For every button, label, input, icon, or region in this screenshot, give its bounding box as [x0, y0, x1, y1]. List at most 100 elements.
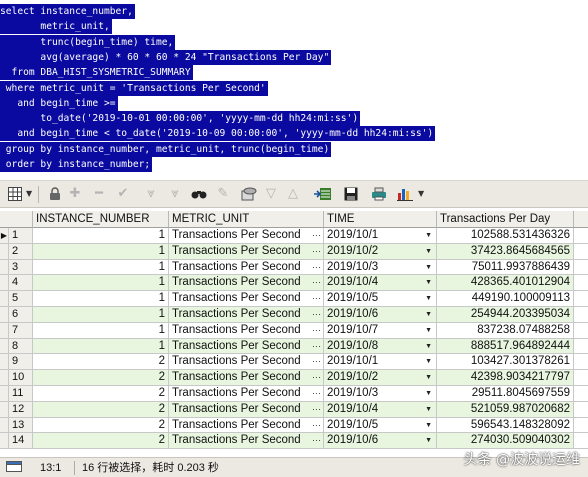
export-icon[interactable] — [314, 185, 332, 203]
cell-time[interactable]: 2019/10/6 ▼ — [324, 307, 437, 323]
cell-instance-number[interactable]: 2 — [33, 370, 169, 386]
chevron-down-icon[interactable]: ▼ — [425, 433, 432, 448]
row-selector[interactable] — [0, 354, 9, 371]
row-selector[interactable] — [0, 275, 9, 292]
cell-time[interactable]: 2019/10/2 ▼ — [324, 243, 437, 260]
table-row[interactable]: 14 2 Transactions Per Second ⋯ 2019/10/6 ▼ 274… — [0, 433, 588, 450]
chevron-down-icon[interactable]: ▼ — [26, 185, 32, 203]
sql-line[interactable]: select instance_number, — [0, 4, 135, 19]
table-row[interactable]: 8 1 Transactions Per Second ⋯ 2019/10/8 ▼ 8885… — [0, 338, 588, 355]
table-row[interactable]: 4 1 Transactions Per Second ⋯ 2019/10/4 ▼ 4283… — [0, 275, 588, 292]
cell-transactions-per-day[interactable]: 42398.9034217797 — [437, 370, 574, 386]
row-selector[interactable] — [0, 401, 9, 418]
table-row[interactable]: 5 1 Transactions Per Second ⋯ 2019/10/5 ▼ 4491… — [0, 291, 588, 307]
column-header-time[interactable]: TIME — [324, 211, 437, 228]
cell-instance-number[interactable]: 2 — [33, 354, 169, 371]
ellipsis-icon[interactable]: ⋯ — [312, 307, 321, 322]
cell-metric-unit[interactable]: Transactions Per Second ⋯ — [169, 370, 324, 386]
cell-instance-number[interactable]: 1 — [33, 275, 169, 292]
chart-icon[interactable] — [396, 185, 414, 203]
save-icon[interactable] — [342, 185, 360, 203]
find-icon[interactable] — [190, 185, 208, 203]
cell-instance-number[interactable]: 1 — [33, 338, 169, 355]
cell-transactions-per-day[interactable]: 75011.9937886439 — [437, 259, 574, 276]
cell-metric-unit[interactable]: Transactions Per Second ⋯ — [169, 243, 324, 260]
cell-metric-unit[interactable]: Transactions Per Second ⋯ — [169, 417, 324, 434]
cell-instance-number[interactable]: 1 — [33, 307, 169, 323]
row-selector[interactable]: ▶ — [0, 228, 9, 244]
cell-time[interactable]: 2019/10/4 ▼ — [324, 275, 437, 292]
cell-transactions-per-day[interactable]: 428365.401012904 — [437, 275, 574, 292]
cell-metric-unit[interactable]: Transactions Per Second ⋯ — [169, 307, 324, 323]
row-selector[interactable] — [0, 307, 9, 323]
chevron-down-icon[interactable]: ▼ — [425, 323, 432, 338]
row-selector[interactable] — [0, 338, 9, 355]
cell-metric-unit[interactable]: Transactions Per Second ⋯ — [169, 338, 324, 355]
cell-metric-unit[interactable]: Transactions Per Second ⋯ — [169, 433, 324, 450]
sql-line[interactable]: where metric_unit = 'Transactions Per Se… — [0, 80, 268, 96]
ellipsis-icon[interactable]: ⋯ — [312, 418, 321, 433]
column-header-transactions-per-day[interactable]: Transactions Per Day — [437, 211, 574, 228]
chevron-down-icon[interactable]: ▼ — [425, 339, 432, 354]
table-row[interactable]: 10 2 Transactions Per Second ⋯ 2019/10/2 ▼ 423… — [0, 370, 588, 386]
query-icon[interactable] — [240, 185, 258, 203]
table-row[interactable]: 3 1 Transactions Per Second ⋯ 2019/10/3 ▼ 7501… — [0, 259, 588, 276]
cell-metric-unit[interactable]: Transactions Per Second ⋯ — [169, 322, 324, 339]
table-row[interactable]: 11 2 Transactions Per Second ⋯ 2019/10/3 ▼ 295… — [0, 386, 588, 402]
cell-metric-unit[interactable]: Transactions Per Second ⋯ — [169, 275, 324, 292]
row-selector[interactable] — [0, 243, 9, 260]
fetch-next-icon[interactable]: ⩔ — [142, 185, 160, 203]
chevron-down-icon[interactable]: ▼ — [425, 418, 432, 433]
cell-metric-unit[interactable]: Transactions Per Second ⋯ — [169, 386, 324, 402]
chevron-down-icon[interactable]: ▼ — [425, 275, 432, 290]
print-icon[interactable] — [370, 185, 388, 203]
table-row[interactable]: 12 2 Transactions Per Second ⋯ 2019/10/4 ▼ 521… — [0, 401, 588, 418]
cell-transactions-per-day[interactable]: 103427.301378261 — [437, 354, 574, 371]
cell-metric-unit[interactable]: Transactions Per Second ⋯ — [169, 291, 324, 307]
cell-instance-number[interactable]: 2 — [33, 417, 169, 434]
ellipsis-icon[interactable]: ⋯ — [312, 275, 321, 290]
table-row[interactable]: ▶ 1 1 Transactions Per Second ⋯ 2019/10/1 ▼ 102… — [0, 228, 588, 244]
ellipsis-icon[interactable]: ⋯ — [312, 402, 321, 417]
cell-transactions-per-day[interactable]: 521059.987020682 — [437, 401, 574, 418]
cell-transactions-per-day[interactable]: 254944.203395034 — [437, 307, 574, 323]
column-header-metric-unit[interactable]: METRIC_UNIT — [169, 211, 324, 228]
add-record-icon[interactable]: ✚ — [66, 185, 84, 203]
chevron-down-icon[interactable]: ▼ — [418, 185, 424, 203]
cell-instance-number[interactable]: 1 — [33, 322, 169, 339]
table-row[interactable]: 7 1 Transactions Per Second ⋯ 2019/10/7 ▼ 8372… — [0, 322, 588, 339]
post-icon[interactable]: ✔ — [114, 185, 132, 203]
cell-time[interactable]: 2019/10/1 ▼ — [324, 354, 437, 371]
cell-transactions-per-day[interactable]: 274030.509040302 — [437, 433, 574, 450]
row-selector[interactable] — [0, 259, 9, 276]
row-header-corner[interactable] — [0, 211, 33, 228]
cell-metric-unit[interactable]: Transactions Per Second ⋯ — [169, 354, 324, 371]
sql-line[interactable]: metric_unit, — [0, 19, 112, 35]
cell-instance-number[interactable]: 1 — [33, 228, 169, 244]
cell-instance-number[interactable]: 2 — [33, 386, 169, 402]
prev-icon[interactable]: ▽ — [262, 185, 280, 203]
chevron-down-icon[interactable]: ▼ — [425, 244, 432, 259]
ellipsis-icon[interactable]: ⋯ — [312, 244, 321, 259]
cell-transactions-per-day[interactable]: 29511.8045697559 — [437, 386, 574, 402]
sql-line[interactable]: group by instance_number, metric_unit, t… — [0, 141, 332, 157]
sql-editor[interactable]: select instance_number, metric_unit, tru… — [0, 0, 588, 178]
cell-instance-number[interactable]: 2 — [33, 433, 169, 450]
column-header-instance-number[interactable]: INSTANCE_NUMBER — [33, 211, 169, 228]
sql-line[interactable]: avg(average) * 60 * 60 * 24 "Transaction… — [0, 49, 332, 65]
cell-metric-unit[interactable]: Transactions Per Second ⋯ — [169, 228, 324, 244]
ellipsis-icon[interactable]: ⋯ — [312, 291, 321, 306]
lock-icon[interactable] — [46, 185, 64, 203]
cell-time[interactable]: 2019/10/8 ▼ — [324, 338, 437, 355]
row-selector[interactable] — [0, 322, 9, 339]
cell-transactions-per-day[interactable]: 837238.07488258 — [437, 322, 574, 339]
ellipsis-icon[interactable]: ⋯ — [312, 433, 321, 448]
table-row[interactable]: 13 2 Transactions Per Second ⋯ 2019/10/5 ▼ 596… — [0, 417, 588, 434]
cell-transactions-per-day[interactable]: 596543.148328092 — [437, 417, 574, 434]
row-selector[interactable] — [0, 386, 9, 402]
chevron-down-icon[interactable]: ▼ — [425, 228, 432, 243]
ellipsis-icon[interactable]: ⋯ — [312, 339, 321, 354]
grid-icon[interactable] — [6, 185, 24, 203]
cell-instance-number[interactable]: 2 — [33, 401, 169, 418]
next-icon[interactable]: △ — [284, 185, 302, 203]
